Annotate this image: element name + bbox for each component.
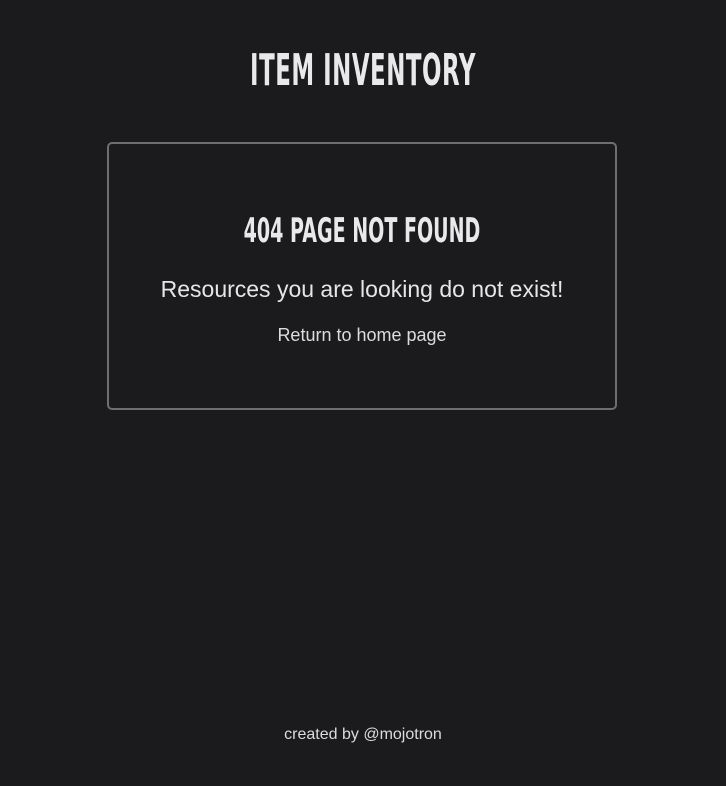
error-message: Resources you are looking do not exist! [160,276,564,302]
error-heading: 404 PAGE NOT FOUND [243,211,481,251]
not-found-panel: 404 PAGE NOT FOUND Resources you are loo… [107,142,617,410]
footer-credit: created by @mojotron [284,726,442,743]
return-home-link[interactable]: Return to home page [109,322,615,348]
app-title: ITEM INVENTORY [250,45,476,96]
